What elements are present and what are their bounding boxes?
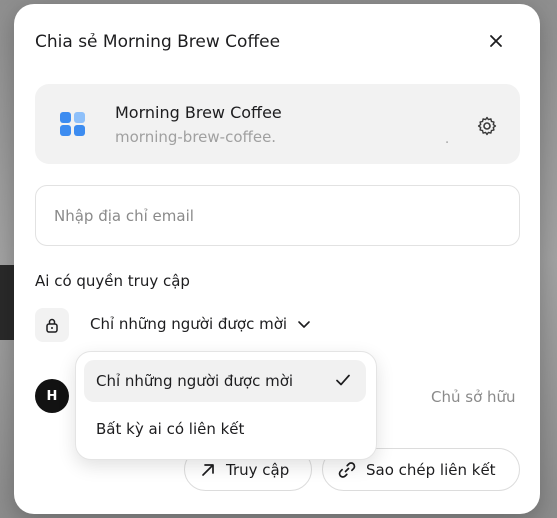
link-icon <box>338 461 356 478</box>
access-button-label: Truy cập <box>226 460 290 479</box>
menu-item-invited-only[interactable]: Chỉ những người được mời <box>84 360 366 402</box>
gear-icon <box>477 116 497 136</box>
chevron-down-icon <box>298 321 310 328</box>
menu-item-anyone-with-link[interactable]: Bất kỳ ai có liên kết <box>84 408 366 450</box>
lock-badge <box>35 308 69 342</box>
arrow-up-right-icon <box>202 463 214 476</box>
app-grid-icon <box>60 112 85 136</box>
email-input[interactable] <box>35 185 520 246</box>
owner-avatar: H <box>35 379 69 413</box>
app-url: morning-brew-coffee. <box>115 128 277 146</box>
access-level-value: Chỉ những người được mời <box>90 315 288 333</box>
close-icon <box>490 35 502 47</box>
menu-item-label: Bất kỳ ai có liên kết <box>96 420 245 438</box>
copy-link-button-label: Sao chép liên kết <box>366 460 496 479</box>
app-url-tail: . <box>445 132 450 147</box>
app-card: Morning Brew Coffee morning-brew-coffee.… <box>35 84 520 164</box>
app-settings-button[interactable] <box>475 114 499 138</box>
owner-role-label: Chủ sở hữu <box>431 388 516 406</box>
access-level-menu: Chỉ những người được mời Bất kỳ ai có li… <box>75 351 377 460</box>
dialog-title: Chia sẻ Morning Brew Coffee <box>35 32 281 52</box>
menu-item-label: Chỉ những người được mời <box>96 372 294 390</box>
app-name: Morning Brew Coffee <box>115 103 282 122</box>
access-level-select[interactable]: Chỉ những người được mời <box>90 315 311 333</box>
lock-icon <box>46 318 58 333</box>
close-button[interactable] <box>481 26 511 56</box>
access-heading: Ai có quyền truy cập <box>35 272 190 290</box>
checkmark-icon <box>336 374 350 386</box>
